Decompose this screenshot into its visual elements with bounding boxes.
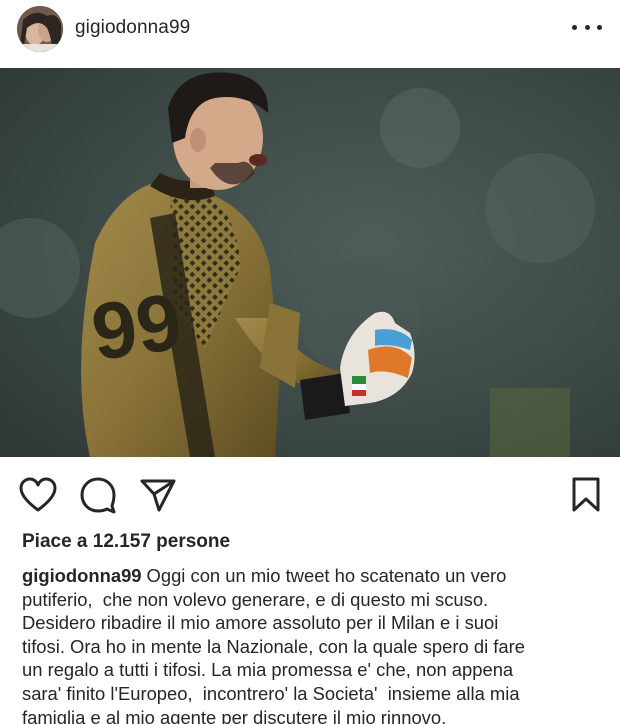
post-header: gigiodonna99 xyxy=(0,0,620,62)
avatar-image xyxy=(17,6,63,52)
profile-avatar[interactable] xyxy=(17,6,63,52)
more-options-icon[interactable] xyxy=(572,14,602,40)
bookmark-icon xyxy=(572,477,600,512)
likes-count[interactable]: Piace a 12.157 persone xyxy=(22,531,230,553)
caption-line: famiglia e al mio agente per discutere i… xyxy=(22,706,447,724)
caption-line: putiferio, che non volevo generare, e di… xyxy=(22,588,489,610)
caption-line: Desidero ribadire il mio amore assoluto … xyxy=(22,612,499,634)
post-actions xyxy=(0,470,620,518)
save-button[interactable] xyxy=(566,475,606,515)
paper-plane-icon xyxy=(140,479,176,512)
caption-line: tifosi. Ora ho in mente la Nazionale, co… xyxy=(22,635,525,657)
caption-line: gigiodonna99 Oggi con un mio tweet ho sca… xyxy=(22,564,602,588)
caption-line: un regalo a tutti i tifosi. La mia prome… xyxy=(22,659,514,681)
caption-text: Oggi con un mio tweet ho scatenato un ve… xyxy=(146,565,507,586)
post-photo[interactable]: 99 xyxy=(0,68,620,457)
post-caption: gigiodonna99 Oggi con un mio tweet ho sca… xyxy=(22,564,602,724)
more-dot xyxy=(584,24,590,30)
caption-username[interactable]: gigiodonna99 xyxy=(22,565,142,586)
share-button[interactable] xyxy=(138,475,178,515)
heart-icon xyxy=(19,477,57,512)
goalkeeper-photo: 99 xyxy=(0,68,620,457)
svg-text:99: 99 xyxy=(86,277,187,378)
post-username[interactable]: gigiodonna99 xyxy=(75,17,190,39)
more-dot xyxy=(572,24,577,30)
caption-line: sara' finito l'Europeo, incontrero' la S… xyxy=(22,682,520,704)
comment-button[interactable] xyxy=(78,475,118,515)
like-button[interactable] xyxy=(18,475,58,515)
comment-icon xyxy=(80,477,116,514)
more-dot xyxy=(597,24,602,30)
